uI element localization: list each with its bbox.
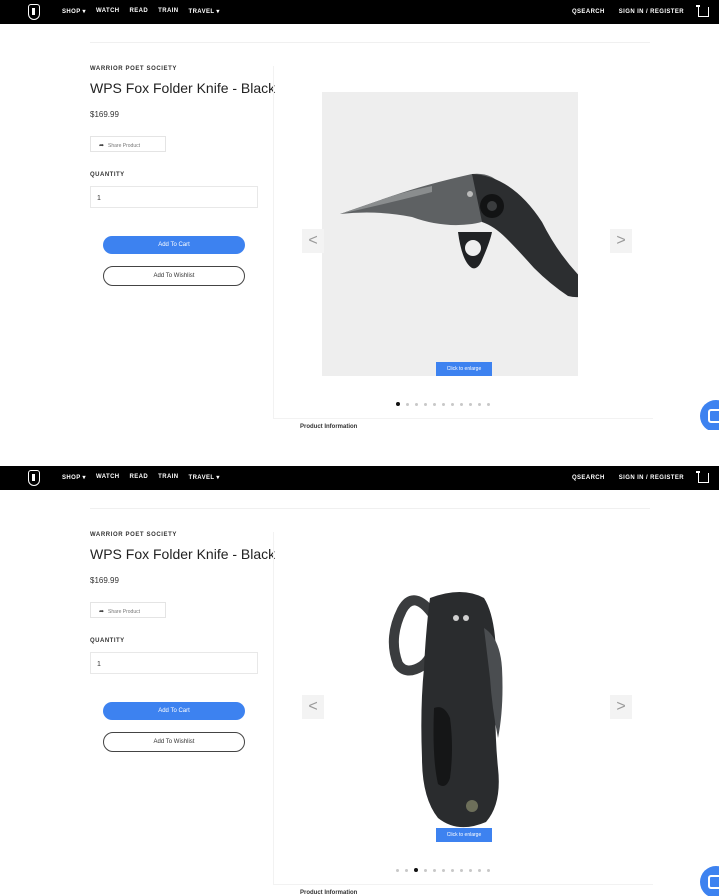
gallery-border-bottom	[273, 418, 653, 419]
gallery-dot[interactable]	[478, 868, 481, 872]
gallery-dot[interactable]	[478, 402, 481, 406]
gallery-dot[interactable]	[451, 868, 454, 872]
screenshot-2: SHOP ▾ WATCH READ TRAIN TRAVEL ▾ QSEARCH…	[0, 466, 719, 896]
gallery-dot[interactable]	[396, 868, 399, 872]
gallery-dots	[396, 402, 490, 406]
product-image[interactable]	[322, 92, 578, 376]
gallery-dot[interactable]	[460, 402, 463, 406]
gallery-dot[interactable]	[469, 868, 472, 872]
product-brand: WARRIOR POET SOCIETY	[90, 532, 178, 538]
gallery-border	[273, 66, 274, 418]
product-price: $169.99	[90, 110, 119, 119]
product-info-label: Product Information	[300, 890, 358, 896]
nav-train[interactable]: TRAIN	[158, 8, 178, 15]
product-info-label: Product Information	[300, 424, 358, 430]
nav-links: SHOP ▾ WATCH READ TRAIN TRAVEL ▾	[62, 8, 220, 15]
add-to-wishlist-button[interactable]: Add To Wishlist	[103, 732, 245, 752]
nav-read[interactable]: READ	[130, 8, 149, 15]
gallery-dot[interactable]	[460, 868, 463, 872]
gallery-dot[interactable]	[415, 402, 418, 406]
knife-open-image	[340, 173, 578, 298]
nav-watch[interactable]: WATCH	[96, 8, 120, 15]
product-title: WPS Fox Folder Knife - Black	[90, 546, 276, 562]
quantity-input[interactable]: 1	[90, 186, 258, 208]
gallery-next-button[interactable]: >	[610, 229, 632, 253]
gallery-dot[interactable]	[451, 402, 454, 406]
add-to-wishlist-button[interactable]: Add To Wishlist	[103, 266, 245, 286]
gallery-prev-button[interactable]: <	[302, 229, 324, 253]
gallery-dot[interactable]	[424, 402, 427, 406]
gallery-dot[interactable]	[469, 402, 472, 406]
nav-shop[interactable]: SHOP ▾	[62, 474, 86, 481]
nav-shop[interactable]: SHOP ▾	[62, 8, 86, 15]
share-icon: ➦	[99, 143, 105, 149]
click-to-enlarge-button[interactable]: Click to enlarge	[436, 362, 492, 376]
gallery-next-button[interactable]: >	[610, 695, 632, 719]
gallery-dot[interactable]	[433, 402, 436, 406]
gallery-dots	[396, 868, 490, 872]
logo-icon[interactable]	[28, 4, 40, 20]
account-link[interactable]: SIGN IN / REGISTER	[619, 9, 684, 15]
cart-icon[interactable]	[696, 5, 709, 17]
divider	[90, 508, 650, 509]
chat-icon[interactable]	[700, 400, 719, 430]
quantity-label: QUANTITY	[90, 172, 125, 178]
search-label: SEARCH	[577, 9, 605, 15]
nav-travel[interactable]: TRAVEL ▾	[189, 474, 220, 481]
cart-icon[interactable]	[696, 471, 709, 483]
top-nav: SHOP ▾ WATCH READ TRAIN TRAVEL ▾ QSEARCH…	[0, 0, 719, 24]
product-price: $169.99	[90, 576, 119, 585]
divider	[90, 42, 650, 43]
gallery-dot[interactable]	[424, 868, 427, 872]
nav-read[interactable]: READ	[130, 474, 149, 481]
product-image[interactable]	[322, 558, 578, 842]
nav-watch[interactable]: WATCH	[96, 474, 120, 481]
gallery-dot[interactable]	[406, 402, 409, 406]
gallery-dot[interactable]	[396, 402, 400, 406]
share-icon: ➦	[99, 609, 105, 615]
share-product-button[interactable]: ➦ Share Product	[90, 602, 166, 618]
screenshot-1: SHOP ▾ WATCH READ TRAIN TRAVEL ▾ QSEARCH…	[0, 0, 719, 430]
knife-closed-image	[388, 592, 503, 828]
share-label: Share Product	[108, 609, 140, 615]
nav-links: SHOP ▾ WATCH READ TRAIN TRAVEL ▾	[62, 474, 220, 481]
click-to-enlarge-button[interactable]: Click to enlarge	[436, 828, 492, 842]
gallery-border	[273, 532, 274, 884]
product-title: WPS Fox Folder Knife - Black	[90, 80, 276, 96]
quantity-input[interactable]: 1	[90, 652, 258, 674]
search-link[interactable]: QSEARCH	[572, 475, 605, 481]
share-product-button[interactable]: ➦ Share Product	[90, 136, 166, 152]
gallery-dot[interactable]	[405, 868, 408, 872]
gallery-dot[interactable]	[414, 868, 418, 872]
chat-icon[interactable]	[700, 866, 719, 896]
add-to-cart-button[interactable]: Add To Cart	[103, 236, 245, 254]
product-brand: WARRIOR POET SOCIETY	[90, 66, 178, 72]
gallery-dot[interactable]	[442, 868, 445, 872]
top-nav: SHOP ▾ WATCH READ TRAIN TRAVEL ▾ QSEARCH…	[0, 466, 719, 490]
nav-right: QSEARCH SIGN IN / REGISTER	[572, 5, 709, 17]
gallery-dot[interactable]	[487, 868, 490, 872]
nav-train[interactable]: TRAIN	[158, 474, 178, 481]
quantity-label: QUANTITY	[90, 638, 125, 644]
add-to-cart-button[interactable]: Add To Cart	[103, 702, 245, 720]
gallery-dot[interactable]	[487, 402, 490, 406]
nav-right: QSEARCH SIGN IN / REGISTER	[572, 471, 709, 483]
share-label: Share Product	[108, 143, 140, 149]
nav-travel[interactable]: TRAVEL ▾	[189, 8, 220, 15]
account-link[interactable]: SIGN IN / REGISTER	[619, 475, 684, 481]
gallery-dot[interactable]	[433, 868, 436, 872]
gallery-border-bottom	[273, 884, 653, 885]
search-link[interactable]: QSEARCH	[572, 9, 605, 15]
gallery-prev-button[interactable]: <	[302, 695, 324, 719]
search-label: SEARCH	[577, 475, 605, 481]
logo-icon[interactable]	[28, 470, 40, 486]
gallery-dot[interactable]	[442, 402, 445, 406]
